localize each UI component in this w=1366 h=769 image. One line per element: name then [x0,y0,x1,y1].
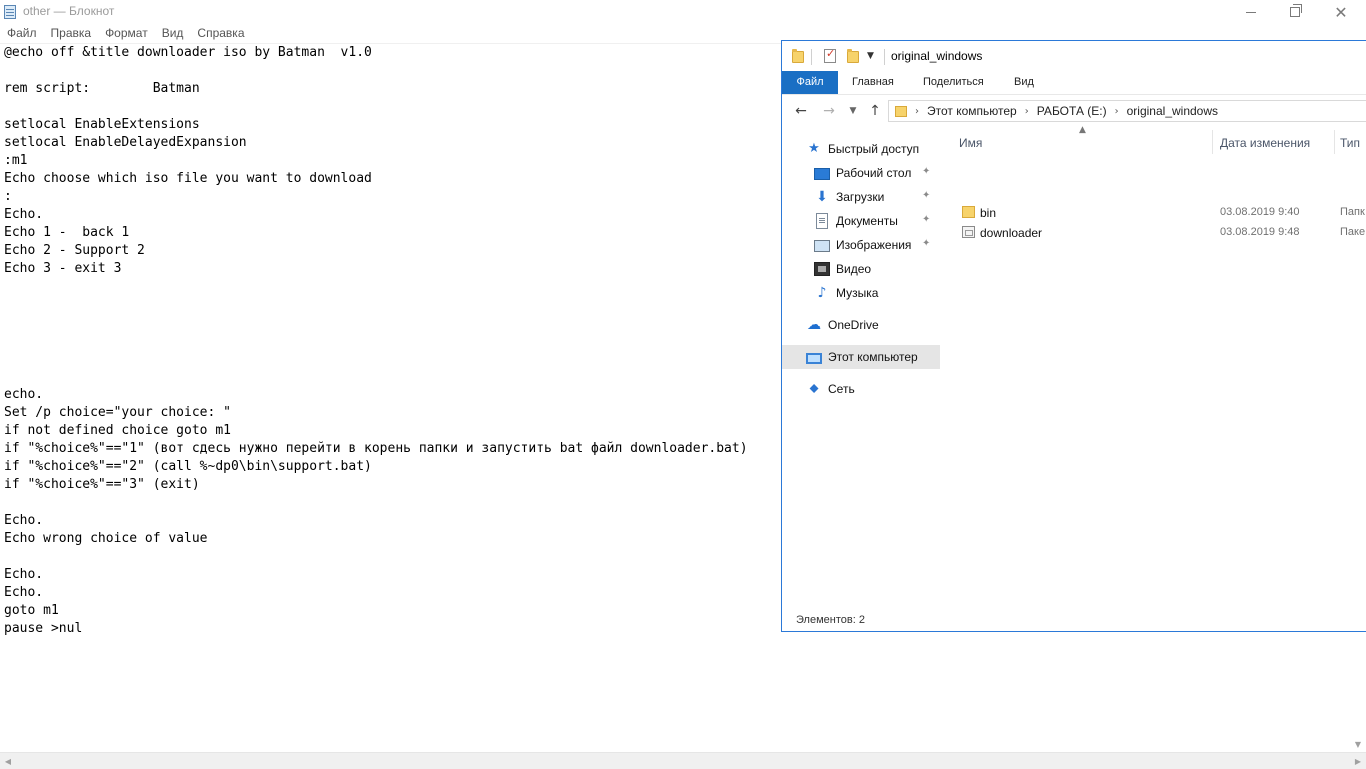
scroll-left-arrow-icon[interactable]: ◀ [0,753,16,769]
close-button[interactable]: ✕ [1318,0,1364,24]
column-header-name[interactable]: Имя [959,136,982,150]
menu-file[interactable]: Файл [0,24,44,43]
tab-file[interactable]: Файл [782,71,838,94]
computer-icon [806,352,822,364]
file-name: bin [980,206,997,220]
file-date: 03.08.2019 9:40 [1220,206,1300,218]
chevron-right-icon[interactable]: › [915,106,919,117]
nav-item-2[interactable]: ⬇ Загрузки ✦ [782,185,940,209]
explorer-window-title: original_windows [891,49,983,63]
column-divider[interactable] [1334,130,1335,154]
file-type: Паке [1340,226,1366,238]
nav-item-7[interactable]: ☁ OneDrive [782,313,940,337]
file-date: 03.08.2019 9:48 [1220,226,1300,238]
nav-item-label: Видео [836,262,872,276]
address-bar[interactable]: › Этот компьютер › РАБОТА (E:) › origina… [888,100,1366,122]
file-row[interactable]: downloader 03.08.2019 9:48 Паке [942,223,1366,243]
file-explorer-window: ▼ original_windows Файл Главная Поделить… [781,40,1366,632]
forward-arrow-icon[interactable]: → [820,102,838,120]
network-icon: ⬥ [809,381,819,396]
chevron-down-icon[interactable]: ▼ [867,51,874,61]
nav-item-label: Этот компьютер [828,350,918,364]
tab-home[interactable]: Главная [852,71,894,94]
pictures-icon [814,240,830,252]
restore-button[interactable] [1272,0,1318,24]
up-arrow-icon[interactable]: ↑ [866,102,884,120]
nav-item-3[interactable]: Документы ✦ [782,209,940,233]
documents-icon [816,213,828,229]
scroll-right-arrow-icon[interactable]: ▶ [1350,753,1366,769]
explorer-titlebar: ▼ original_windows [782,41,1366,71]
cloud-icon: ☁ [807,317,821,333]
chevron-right-icon[interactable]: › [1025,106,1029,117]
file-type: Папк [1340,206,1365,218]
close-icon: ✕ [1334,2,1348,22]
batch-file-icon [962,226,975,238]
minimize-button[interactable] [1228,0,1274,24]
star-icon: ★ [808,141,820,156]
new-folder-icon[interactable] [847,49,859,63]
nav-item-0[interactable]: ★ Быстрый доступ [782,137,940,161]
toolbar-divider [884,49,885,65]
pin-icon[interactable]: ✦ [922,238,930,249]
nav-item-label: Музыка [836,286,879,300]
toolbar-divider [811,49,812,65]
menu-edit[interactable]: Правка [44,24,99,43]
column-header-type[interactable]: Тип [1340,136,1360,150]
tab-share[interactable]: Поделиться [923,71,984,94]
nav-item-6[interactable]: ♪ Музыка [782,281,940,305]
desktop-icon [814,168,830,180]
back-arrow-icon[interactable]: ← [792,102,810,120]
file-row[interactable]: bin 03.08.2019 9:40 Папк [942,203,1366,223]
nav-item-label: Рабочий стол [836,166,912,180]
folder-icon [895,105,907,117]
column-divider[interactable] [1212,130,1213,154]
nav-item-label: OneDrive [828,318,879,332]
video-icon [814,262,830,276]
notepad-titlebar: other — Блокнот ✕ [0,0,1366,24]
nav-item-label: Загрузки [836,190,885,204]
downloads-icon: ⬇ [816,189,828,205]
tab-view[interactable]: Вид [1014,71,1034,94]
nav-item-label: Быстрый доступ [828,142,920,156]
pin-icon[interactable]: ✦ [922,166,930,177]
nav-item-9[interactable]: ⬥ Сеть [782,377,940,401]
navigation-pane: ★ Быстрый доступ Рабочий стол ✦ ⬇ Загрузки ✦ До… [782,133,940,611]
recent-locations-chevron-icon[interactable]: ▼ [844,102,862,120]
pin-icon[interactable]: ✦ [922,190,930,201]
folder-icon [962,206,975,218]
folder-icon [792,49,804,63]
status-bar-item-count: Элементов: 2 [796,614,865,626]
nav-item-8[interactable]: Этот компьютер [782,345,940,369]
nav-item-1[interactable]: Рабочий стол ✦ [782,161,940,185]
nav-item-4[interactable]: Изображения ✦ [782,233,940,257]
notepad-icon [4,5,16,19]
notepad-window-title: other — Блокнот [23,4,115,18]
breadcrumb-current-folder[interactable]: original_windows [1127,104,1218,118]
menu-format[interactable]: Формат [98,24,155,43]
nav-item-label: Документы [836,214,898,228]
nav-item-label: Сеть [828,382,855,396]
properties-icon[interactable] [824,47,836,63]
restore-icon [1290,4,1302,17]
nav-item-5[interactable]: Видео [782,257,940,281]
scroll-down-arrow-icon[interactable]: ▼ [1350,736,1366,752]
file-list: Имя Дата изменения Тип bin 03.08.2019 9:4… [942,126,1366,611]
music-icon: ♪ [817,285,827,301]
minimize-icon [1246,11,1256,13]
column-headers: Имя Дата изменения Тип [942,126,1366,158]
address-row: ← → ▼ ↑ › Этот компьютер › РАБОТА (E:) ›… [782,98,1366,126]
ribbon-tabs: Файл Главная Поделиться Вид [782,71,1366,95]
column-header-date[interactable]: Дата изменения [1220,136,1310,150]
file-name: downloader [980,226,1043,240]
pin-icon[interactable]: ✦ [922,214,930,225]
breadcrumb-drive[interactable]: РАБОТА (E:) [1037,104,1107,118]
menu-view[interactable]: Вид [155,24,191,43]
horizontal-scrollbar[interactable]: ◀ ▶ [0,752,1366,769]
breadcrumb-this-pc[interactable]: Этот компьютер [927,104,1017,118]
chevron-right-icon[interactable]: › [1115,106,1119,117]
menu-help[interactable]: Справка [190,24,251,43]
nav-item-label: Изображения [836,238,912,252]
